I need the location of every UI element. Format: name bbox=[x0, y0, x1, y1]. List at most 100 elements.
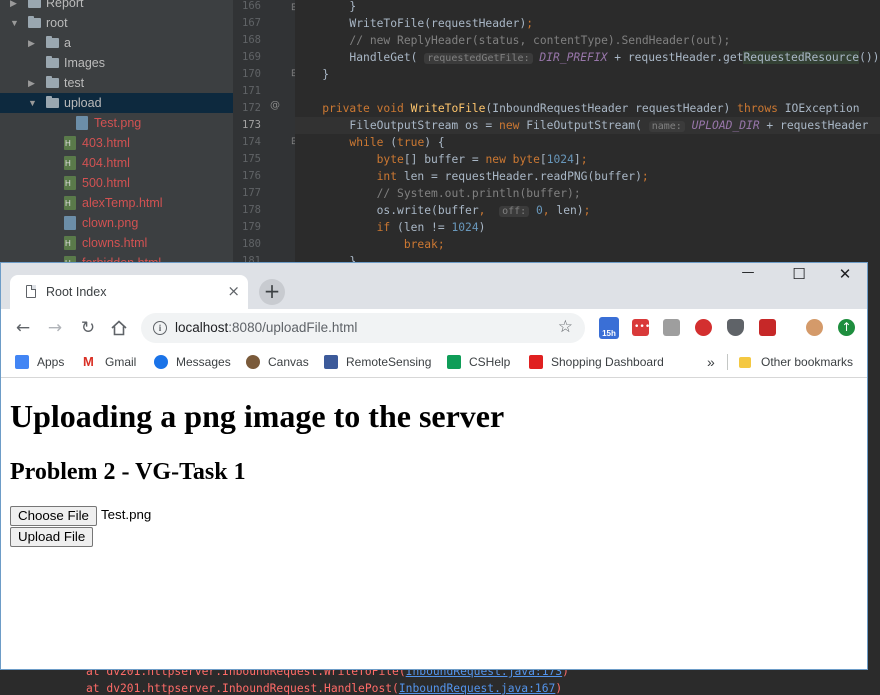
code-line: private void WriteToFile(InboundRequestH… bbox=[322, 102, 860, 115]
update-arrow-icon[interactable]: ↑ bbox=[838, 319, 855, 336]
folder-icon bbox=[28, 0, 41, 8]
bookmark-star-icon[interactable]: ☆ bbox=[558, 317, 573, 337]
minimize-button[interactable]: — bbox=[733, 265, 763, 289]
tree-item-label: clowns.html bbox=[82, 236, 148, 250]
tree-item-label: 404.html bbox=[82, 156, 130, 170]
collapse-arrow-icon[interactable]: ▶ bbox=[28, 33, 35, 53]
tree-item[interactable]: ▶ a bbox=[0, 33, 233, 53]
tree-item-label: alexTemp.html bbox=[82, 196, 163, 210]
editor-gutter: 166 167 168 169 170 171 172 173 174 175 176 177 178 1… bbox=[233, 0, 299, 267]
tree-item[interactable]: HalexTemp.html bbox=[0, 193, 233, 213]
code-line: } bbox=[295, 255, 357, 262]
code-line: // System.out.println(buffer); bbox=[376, 187, 581, 200]
html-file-icon: H bbox=[64, 196, 76, 210]
apps-icon bbox=[15, 355, 29, 369]
forward-button[interactable]: → bbox=[44, 317, 66, 339]
choose-file-button[interactable]: Choose File bbox=[10, 506, 97, 526]
tree-item-label: upload bbox=[64, 96, 102, 110]
code-line: HandleGet( requestedGetFile: DIR_PREFIX … bbox=[295, 51, 880, 64]
console-link[interactable]: InboundRequest.java:167 bbox=[399, 682, 555, 695]
tree-item[interactable]: ▼ root bbox=[0, 13, 233, 33]
line-number: 177 bbox=[242, 187, 261, 199]
code-line: while (true) { bbox=[349, 136, 445, 149]
tree-item[interactable]: clown.png bbox=[0, 213, 233, 233]
chosen-file-name: Test.png bbox=[101, 507, 152, 522]
collapse-arrow-icon[interactable]: ▶ bbox=[10, 0, 17, 13]
override-icon[interactable]: @ bbox=[270, 100, 280, 111]
tree-item-label: Test.png bbox=[94, 116, 142, 130]
extension-icon[interactable] bbox=[759, 319, 776, 336]
tree-item[interactable]: Test.png bbox=[0, 113, 233, 133]
html-file-icon: H bbox=[64, 176, 76, 190]
maximize-button[interactable]: ☐ bbox=[784, 265, 814, 289]
url-text[interactable]: localhost:8080/uploadFile.html bbox=[175, 320, 357, 335]
image-file-icon bbox=[76, 116, 88, 130]
expand-arrow-icon[interactable]: ▼ bbox=[10, 13, 19, 33]
address-bar[interactable]: i localhost:8080/uploadFile.html ☆ bbox=[141, 313, 585, 343]
reload-button[interactable]: ↻ bbox=[77, 317, 99, 339]
folder-icon bbox=[28, 16, 41, 28]
tree-item-label: root bbox=[46, 16, 68, 30]
tree-item-label: test bbox=[64, 76, 85, 90]
shopping-icon bbox=[529, 355, 543, 369]
code-line-current: FileOutputStream os = new FileOutputStre… bbox=[295, 117, 880, 134]
line-number: 172 bbox=[242, 102, 261, 114]
page-icon bbox=[26, 285, 36, 298]
extension-icon[interactable] bbox=[663, 319, 680, 336]
code-line: break; bbox=[403, 238, 445, 251]
tree-item-label: 403.html bbox=[82, 136, 130, 150]
profile-avatar[interactable] bbox=[806, 319, 823, 336]
tab-title: Root Index bbox=[46, 285, 107, 299]
tree-item[interactable]: H 404.html bbox=[0, 153, 233, 173]
line-number: 178 bbox=[242, 204, 261, 216]
console-line: at dv201.httpserver.InboundRequest.Handl… bbox=[86, 682, 563, 695]
tree-item[interactable]: ▼ upload bbox=[0, 93, 233, 113]
line-number: 176 bbox=[242, 170, 261, 182]
bookmark-label: RemoteSensing bbox=[346, 355, 432, 369]
folder-icon bbox=[46, 36, 59, 48]
tree-item-label: clown.png bbox=[82, 216, 139, 230]
back-button[interactable]: ← bbox=[12, 317, 34, 339]
gmail-icon: M bbox=[83, 354, 94, 369]
line-number: 167 bbox=[242, 17, 261, 29]
bookmark-label: Messages bbox=[176, 355, 231, 369]
lastpass-extension-icon[interactable]: ••• bbox=[632, 319, 650, 336]
close-window-button[interactable]: ✕ bbox=[830, 265, 860, 289]
project-tree: ▶ Report ▼ root ▶ a Images ▶ test ▼ upload Test.png… bbox=[0, 0, 233, 262]
adblock-extension-icon[interactable] bbox=[695, 319, 712, 336]
code-line: } bbox=[295, 68, 330, 81]
line-number: 179 bbox=[242, 221, 261, 233]
tree-item[interactable]: Hclowns.html bbox=[0, 233, 233, 253]
new-tab-button[interactable]: + bbox=[259, 279, 285, 305]
html-file-icon: H bbox=[64, 156, 76, 170]
tree-item[interactable]: H 500.html bbox=[0, 173, 233, 193]
info-icon[interactable]: i bbox=[153, 321, 167, 335]
tree-item[interactable]: H 403.html bbox=[0, 133, 233, 153]
tree-item-label: Images bbox=[64, 56, 105, 70]
expand-arrow-icon[interactable]: ▼ bbox=[28, 93, 37, 113]
pocket-extension-icon[interactable] bbox=[727, 319, 744, 336]
bookmarks-overflow-button[interactable]: » bbox=[707, 353, 715, 371]
tree-item[interactable]: Hforbidden.html bbox=[0, 253, 233, 262]
line-number: 180 bbox=[242, 238, 261, 250]
line-number: 175 bbox=[242, 153, 261, 165]
upload-file-button[interactable]: Upload File bbox=[10, 527, 94, 547]
collapse-arrow-icon[interactable]: ▶ bbox=[28, 73, 35, 93]
tree-item[interactable]: Images bbox=[0, 53, 233, 73]
page-subtitle: Problem 2 - VG-Task 1 bbox=[10, 459, 246, 485]
calendar-extension-icon[interactable]: 15h bbox=[599, 317, 619, 339]
code-editor[interactable]: } WriteToFile(requestHeader); // new Rep… bbox=[295, 0, 880, 262]
tab-close-icon[interactable]: × bbox=[227, 282, 240, 300]
tree-item[interactable]: ▶ test bbox=[0, 73, 233, 93]
folder-icon bbox=[739, 357, 751, 368]
code-line: } bbox=[295, 0, 357, 13]
line-number: 166 bbox=[242, 0, 261, 12]
tab-root-index[interactable]: Root Index × bbox=[10, 275, 248, 310]
home-icon[interactable] bbox=[108, 317, 130, 339]
line-number: 171 bbox=[242, 85, 261, 97]
tree-item-label: Report bbox=[46, 0, 84, 10]
tree-item[interactable]: ▶ Report bbox=[0, 0, 233, 13]
browser-titlebar[interactable]: Root Index × + — ☐ ✕ bbox=[1, 263, 867, 310]
folder-icon bbox=[46, 96, 59, 108]
html-file-icon: H bbox=[64, 236, 76, 250]
